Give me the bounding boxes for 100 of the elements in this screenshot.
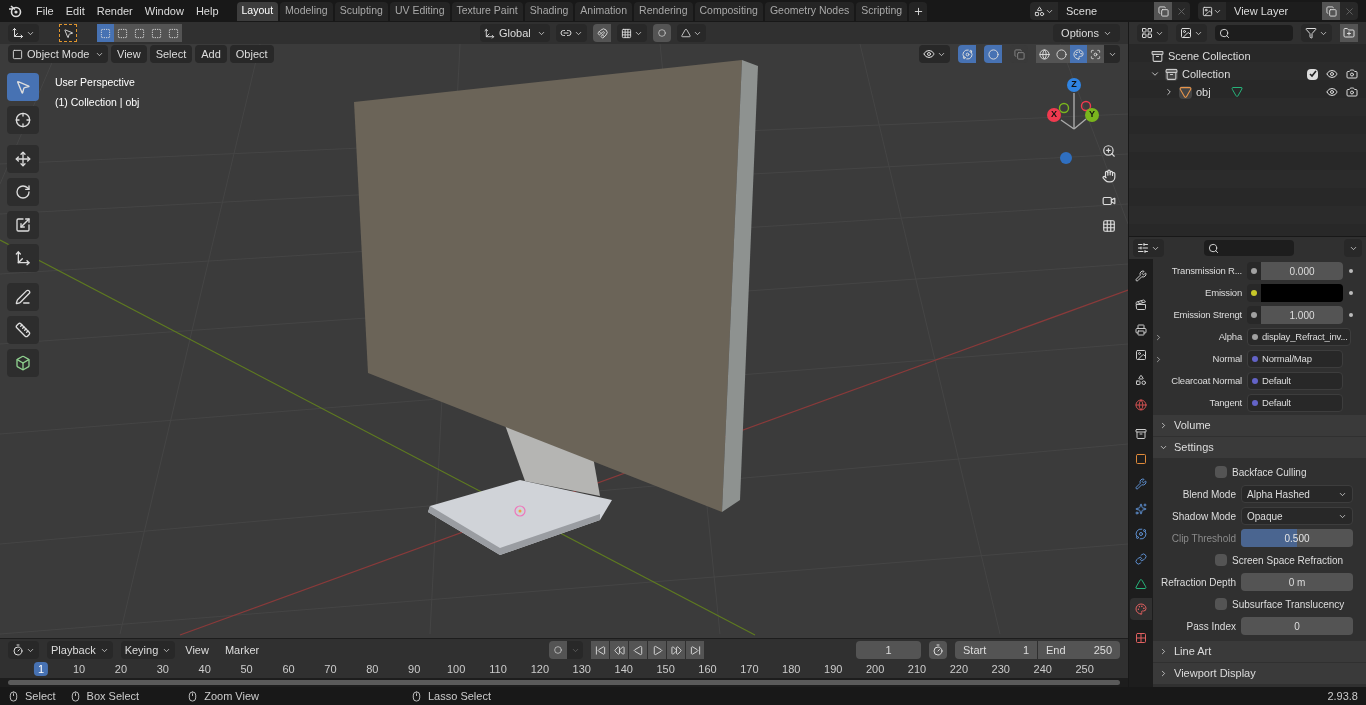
preview-range-button[interactable]	[929, 641, 947, 659]
viewport-menu[interactable]: Object	[229, 45, 274, 63]
dropdown[interactable]: Opaque	[1241, 507, 1353, 525]
menu-item[interactable]: Window	[138, 2, 190, 20]
record-button[interactable]	[549, 641, 568, 659]
menu-item[interactable]: Render	[90, 2, 139, 20]
workspace-tab[interactable]: Geometry Nodes	[764, 1, 855, 21]
editor-type-button[interactable]	[1133, 239, 1164, 257]
select-tool-button[interactable]	[7, 73, 39, 101]
viewport-menu[interactable]: View	[111, 45, 147, 63]
transform-tool-button[interactable]	[7, 244, 39, 272]
jump-end-button[interactable]	[686, 641, 705, 659]
search-field[interactable]	[1204, 240, 1294, 256]
start-frame-field[interactable]: 1	[1022, 641, 1029, 659]
play-reverse-button[interactable]	[629, 641, 648, 659]
selection-mode-button[interactable]	[97, 24, 114, 42]
add-cube-tool-button[interactable]	[7, 349, 39, 377]
display-mode-dropdown[interactable]	[1176, 24, 1207, 42]
number-field[interactable]: 1.000	[1261, 306, 1343, 324]
number-field[interactable]: 0	[1241, 617, 1353, 635]
move-tool-button[interactable]	[7, 145, 39, 173]
render-camera-icon[interactable]	[1346, 86, 1358, 98]
editor-type-button[interactable]	[8, 641, 39, 659]
snap-toggle[interactable]	[593, 24, 611, 42]
pivot-dropdown[interactable]	[556, 24, 587, 42]
timeline-menu[interactable]: View	[179, 641, 215, 659]
workspace-tab[interactable]: Modeling	[280, 1, 333, 21]
workspace-tab[interactable]: Compositing	[694, 1, 763, 21]
scale-tool-button[interactable]	[7, 211, 39, 239]
menu-item[interactable]: File	[30, 2, 60, 20]
mode-dropdown[interactable]: Object Mode	[8, 45, 108, 63]
number-field[interactable]: 0 m	[1241, 573, 1353, 591]
jump-start-button[interactable]	[591, 641, 610, 659]
panel-header[interactable]: Volume	[1153, 415, 1366, 436]
editor-type-button[interactable]	[8, 24, 39, 42]
visibility-eye-icon[interactable]	[1326, 68, 1338, 80]
scene-field[interactable]: Scene	[1058, 2, 1154, 20]
checkbox[interactable]	[1215, 466, 1227, 478]
app-logo-icon[interactable]	[8, 4, 22, 18]
copy-view-layer-button[interactable]	[1322, 2, 1340, 20]
active-tool-button[interactable]	[59, 24, 77, 42]
color-swatch[interactable]	[1261, 284, 1343, 302]
workspace-tab[interactable]: Rendering	[634, 1, 693, 21]
previous-keyframe-button[interactable]	[610, 641, 629, 659]
timeline-scrollbar[interactable]	[8, 680, 1120, 685]
scene-browse-button[interactable]	[1030, 2, 1058, 20]
workspace-tab[interactable]: Shading	[524, 1, 574, 21]
shading-mode-button[interactable]	[1070, 45, 1087, 63]
viewport-menu[interactable]: Select	[149, 45, 193, 63]
end-frame-field[interactable]: 250	[1093, 641, 1112, 659]
rotate-tool-button[interactable]	[7, 178, 39, 206]
workspace-tab[interactable]: UV Editing	[389, 1, 450, 21]
checkbox[interactable]	[1215, 598, 1227, 610]
outliner-item-label[interactable]: obj	[1196, 83, 1211, 101]
shading-mode-button[interactable]	[1053, 45, 1070, 63]
panel-header[interactable]: Viewport Display	[1153, 663, 1366, 684]
cursor-tool-button[interactable]	[7, 106, 39, 134]
selection-mode-button[interactable]	[165, 24, 182, 42]
shading-mode-button[interactable]	[1036, 45, 1053, 63]
options-dropdown[interactable]: Options	[1053, 24, 1120, 42]
visibility-dropdown[interactable]	[919, 45, 950, 63]
play-button[interactable]	[648, 641, 667, 659]
falloff-dropdown[interactable]	[677, 24, 706, 42]
copy-scene-button[interactable]	[1154, 2, 1172, 20]
workspace-tab[interactable]: Layout	[236, 1, 279, 21]
editor-type-button[interactable]	[1137, 24, 1168, 42]
menu-item[interactable]: Help	[189, 2, 225, 20]
snap-target-dropdown[interactable]	[617, 24, 647, 42]
menu-item[interactable]: Edit	[59, 2, 91, 20]
view-layer-field[interactable]: View Layer	[1226, 2, 1322, 20]
proportional-edit-toggle[interactable]	[653, 24, 671, 42]
dropdown[interactable]: Alpha Hashed	[1241, 485, 1353, 503]
exclude-checkbox[interactable]	[1307, 68, 1318, 80]
annotate-tool-button[interactable]	[7, 283, 39, 311]
panel-header[interactable]: Settings	[1153, 437, 1366, 458]
workspace-tab[interactable]: Sculpting	[334, 1, 388, 21]
filter-dropdown[interactable]	[1301, 24, 1333, 42]
timeline-dropdown[interactable]: Playback	[47, 641, 113, 659]
timeline-dropdown[interactable]: Keying	[120, 641, 176, 659]
workspace-tab[interactable]: Texture Paint	[451, 1, 523, 21]
overlay-toggle[interactable]	[984, 45, 1002, 63]
current-frame-field[interactable]: 1	[856, 641, 921, 659]
orientation-dropdown[interactable]: Global	[480, 24, 550, 42]
render-camera-icon[interactable]	[1346, 68, 1358, 80]
new-collection-button[interactable]	[1340, 24, 1358, 42]
outliner-item-label[interactable]: Collection	[1182, 65, 1231, 83]
number-field[interactable]: 0.000	[1261, 262, 1343, 280]
panel-header[interactable]: Line Art	[1153, 641, 1366, 662]
workspace-tab[interactable]: Animation	[575, 1, 633, 21]
measure-tool-button[interactable]	[7, 316, 39, 344]
view-layer-browse-button[interactable]	[1198, 2, 1226, 20]
workspace-tab[interactable]: Scripting	[856, 1, 908, 21]
viewport-menu[interactable]: Add	[195, 45, 227, 63]
selection-mode-button[interactable]	[114, 24, 131, 42]
next-keyframe-button[interactable]	[667, 641, 686, 659]
visibility-eye-icon[interactable]	[1326, 86, 1338, 98]
gizmo-toggle[interactable]	[958, 45, 976, 63]
material-tab[interactable]	[1130, 598, 1152, 620]
close-button[interactable]	[1340, 2, 1358, 20]
timeline-menu[interactable]: Marker	[218, 641, 266, 659]
